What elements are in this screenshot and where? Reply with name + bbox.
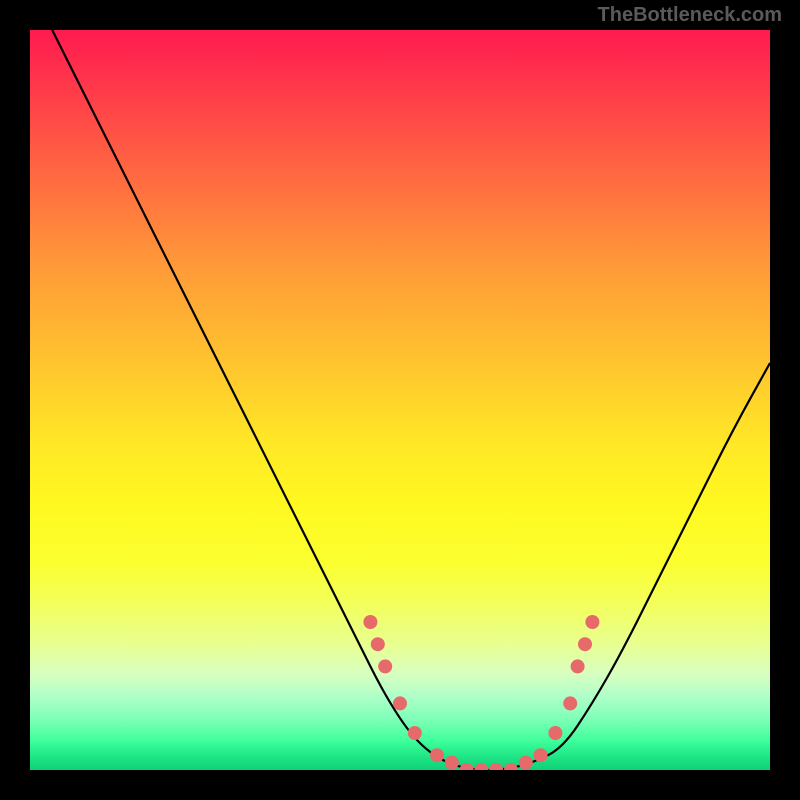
plot-area — [30, 30, 770, 770]
data-marker — [504, 763, 518, 770]
data-marker — [585, 615, 599, 629]
data-marker — [474, 763, 488, 770]
data-marker — [519, 756, 533, 770]
data-marker — [430, 748, 444, 762]
data-marker — [393, 696, 407, 710]
data-marker — [489, 763, 503, 770]
chart-svg — [30, 30, 770, 770]
data-marker — [548, 726, 562, 740]
data-marker — [445, 756, 459, 770]
watermark-text: TheBottleneck.com — [598, 4, 782, 27]
data-marker — [371, 637, 385, 651]
chart-container: TheBottleneck.com — [0, 0, 800, 800]
data-marker — [571, 659, 585, 673]
curve-line — [52, 30, 770, 770]
data-marker — [363, 615, 377, 629]
data-marker — [460, 763, 474, 770]
data-marker — [408, 726, 422, 740]
data-marker — [378, 659, 392, 673]
bottleneck-curve — [52, 30, 770, 770]
data-marker — [534, 748, 548, 762]
data-marker — [578, 637, 592, 651]
data-markers — [363, 615, 599, 770]
data-marker — [563, 696, 577, 710]
